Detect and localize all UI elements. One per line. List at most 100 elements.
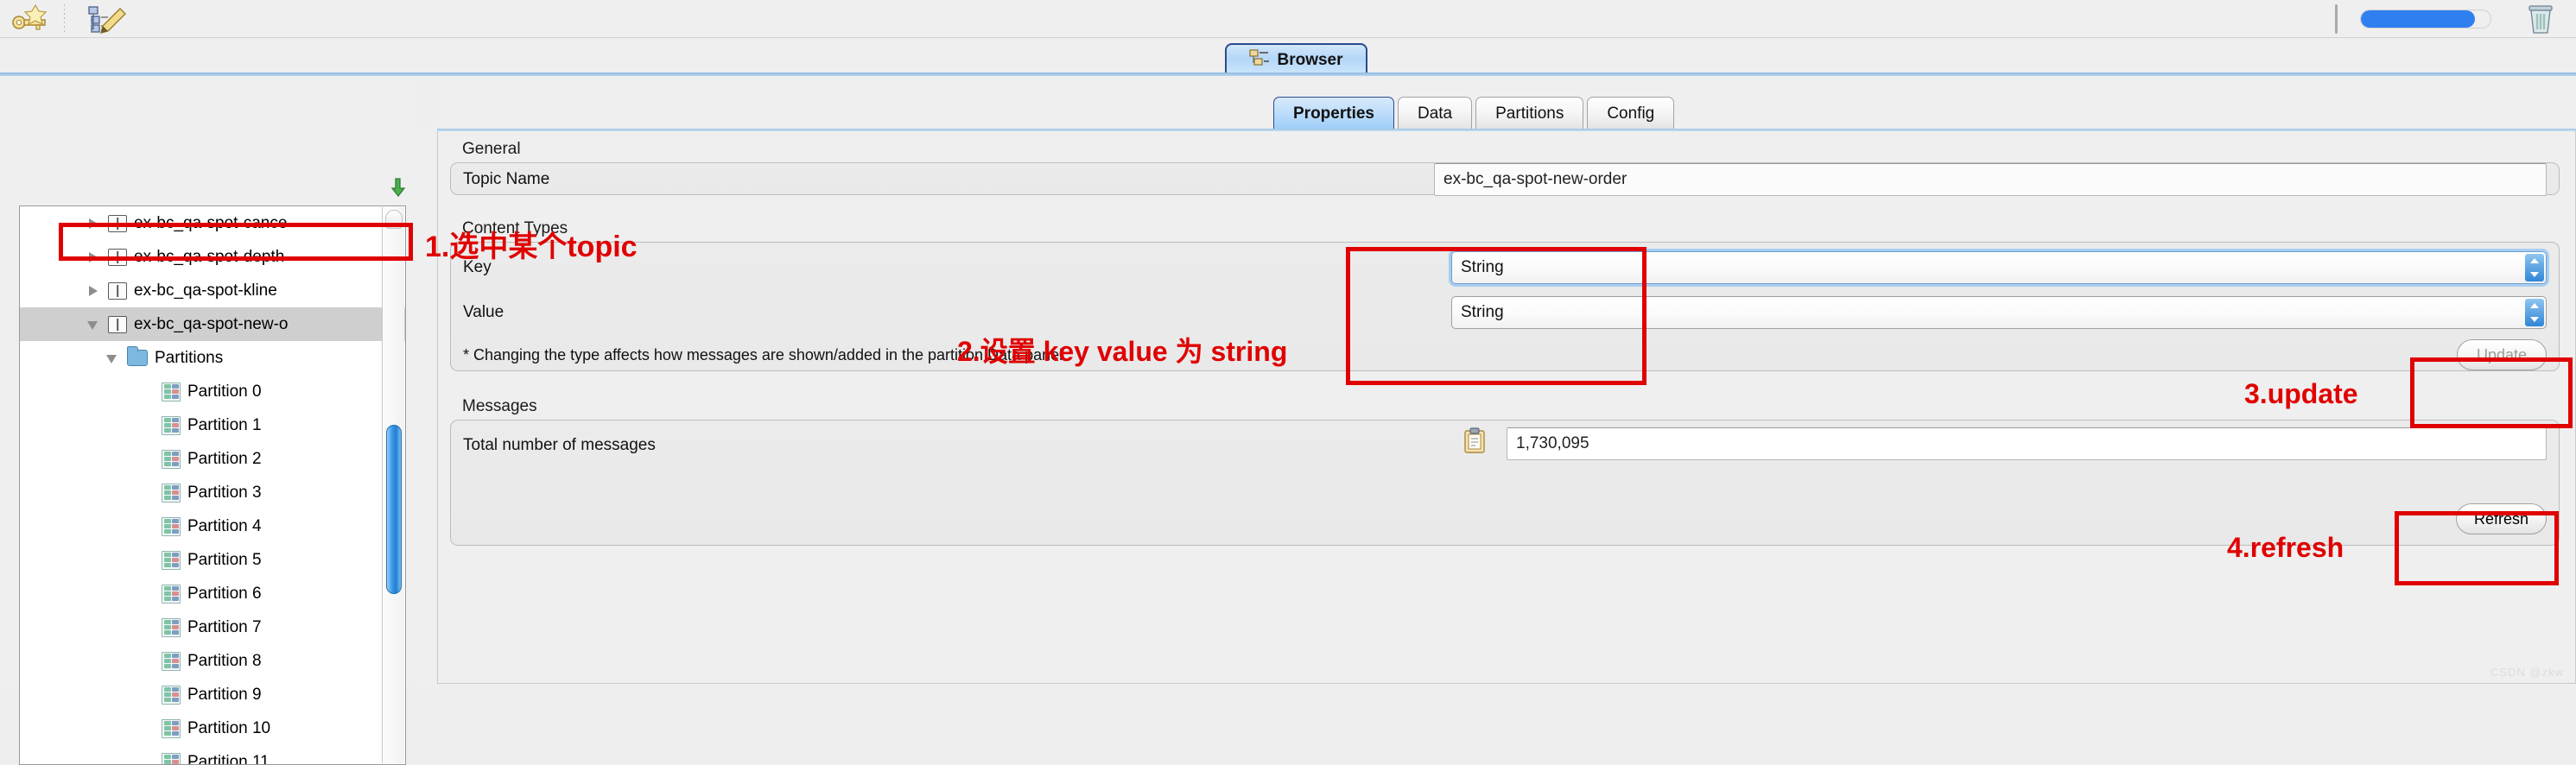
tree-item-partition-1[interactable]: Partition 1 [20,408,405,442]
partition-icon [162,753,181,765]
tree-item-ex-bc-qa-spot-new-o[interactable]: ex-bc_qa-spot-new-o [20,307,405,341]
topic-name-input[interactable]: ex-bc_qa-spot-new-order [1434,163,2547,196]
chevron-right-icon[interactable] [87,285,99,297]
tree-twisty-none [141,756,153,765]
top-toolbar [0,0,2576,38]
messages-group-body: Total number of messages 1,730,095 Refre… [450,420,2560,546]
tree-item-partitions[interactable]: Partitions [20,341,405,375]
key-wizard-icon[interactable] [7,2,54,36]
tree-twisty-none [141,386,153,398]
tab-config[interactable]: Config [1587,97,1674,130]
tree-item-label: Partition 7 [187,618,262,637]
key-select-arrows[interactable] [2525,254,2544,281]
tab-label: Properties [1293,104,1374,123]
tab-partitions[interactable]: Partitions [1475,97,1583,130]
tree-item-label: ex-bc_qa-spot-new-o [134,315,288,334]
topic-name-label: Topic Name [463,170,549,189]
chevron-down-icon[interactable] [106,352,118,364]
topic-book-icon [108,316,127,333]
browser-tab-label: Browser [1277,51,1342,70]
tree-twisty-none [141,487,153,499]
topic-book-icon [108,215,127,232]
tree-item-label: ex-bc_qa-spot-depth [134,248,284,267]
folder-icon [127,350,148,366]
tree-panel: ex-bc_qa-spot-cance ex-bc_qa-spot-depthex… [0,79,413,686]
key-content-type-value: String [1461,258,1504,277]
tree-item-ex-bc-qa-spot-cance[interactable]: ex-bc_qa-spot-cance [20,206,405,240]
tree-item-partition-10[interactable]: Partition 10 [20,711,405,745]
tree-item-partition-9[interactable]: Partition 9 [20,678,405,711]
scrollbar-thumb[interactable] [386,425,402,594]
tree-twisty-none [141,655,153,667]
toolbar-divider [2335,4,2338,34]
tree-item-partition-6[interactable]: Partition 6 [20,577,405,610]
tree-item-label: Partition 0 [187,382,262,401]
tree-twisty-none [141,420,153,432]
tree-twisty-none [141,588,153,600]
caret-up-icon [2530,258,2539,263]
tab-properties[interactable]: Properties [1273,97,1394,130]
tree-item-label: Partition 9 [187,686,262,705]
tree-item-label: ex-bc_qa-spot-cance [134,214,287,233]
panel-divider[interactable] [416,126,435,686]
tree-item-partition-4[interactable]: Partition 4 [20,509,405,543]
key-content-type-select[interactable]: String [1451,251,2547,284]
annotation-step-3: 3.update [2244,378,2358,410]
tree-twisty-none [141,453,153,465]
partition-icon [162,416,181,435]
tree-item-partition-8[interactable]: Partition 8 [20,644,405,678]
annotation-step-4: 4.refresh [2227,532,2344,564]
tab-label: Data [1418,104,1452,123]
topic-tree[interactable]: ex-bc_qa-spot-cance ex-bc_qa-spot-depthex… [19,205,406,765]
tree-item-partition-7[interactable]: Partition 7 [20,610,405,644]
value-content-type-select[interactable]: String [1451,296,2547,329]
partition-icon [162,551,181,570]
partition-icon [162,382,181,401]
topic-book-icon [108,282,127,300]
tree-item-label: Partition 11 [187,753,270,765]
topic-book-icon [108,249,127,266]
tree-item-partition-3[interactable]: Partition 3 [20,476,405,509]
tree-vertical-scrollbar[interactable] [382,207,404,763]
tree-twisty-none [141,723,153,735]
chevron-right-icon[interactable] [87,251,99,263]
general-group: General Topic Name ex-bc_qa-spot-new-ord… [450,142,2560,195]
content-types-group-body: Key String Value String * Chan [450,242,2560,371]
partition-icon [162,652,181,671]
tree-item-partition-0[interactable]: Partition 0 [20,375,405,408]
tree-twisty-none [141,689,153,701]
green-down-arrow-icon[interactable] [389,176,411,199]
tree-item-partition-5[interactable]: Partition 5 [20,543,405,577]
caret-down-icon [2530,272,2539,277]
partition-icon [162,517,181,536]
tab-data[interactable]: Data [1398,97,1472,130]
browser-tree-icon [1249,48,1270,73]
messages-group: Messages Total number of messages 1,730,… [450,399,2560,546]
browser-tab-underline [0,73,2576,76]
partition-icon [162,450,181,469]
browser-tab-bar: Browser [0,38,2576,76]
tree-item-ex-bc-qa-spot-depth[interactable]: ex-bc_qa-spot-depth [20,240,405,274]
watermark: CSDN @zkw [2490,666,2564,679]
tree-rows: ex-bc_qa-spot-cance ex-bc_qa-spot-depthex… [20,206,405,765]
tree-item-label: Partition 5 [187,551,262,570]
tab-browser[interactable]: Browser [1225,43,1367,76]
scrollbar-top-button[interactable] [385,210,403,229]
tree-item-label: ex-bc_qa-spot-kline [134,281,277,300]
chevron-right-icon[interactable] [87,218,99,230]
partition-icon [162,686,181,705]
trash-icon[interactable] [2526,3,2555,35]
tree-item-ex-bc-qa-spot-kline[interactable]: ex-bc_qa-spot-kline [20,274,405,307]
tree-item-partition-11[interactable]: Partition 11 [20,745,405,765]
clipboard-icon[interactable] [1463,427,1486,458]
messages-group-title: Messages [462,397,537,416]
tree-item-label: Partition 1 [187,416,262,435]
content-types-group: Content Types Key String Value String [450,221,2560,371]
annotation-step-2: 2.设置 key value 为 string [957,330,1287,370]
value-select-arrows[interactable] [2525,299,2544,326]
tree-item-partition-2[interactable]: Partition 2 [20,442,405,476]
edit-tree-icon[interactable] [82,2,129,36]
chevron-down-icon[interactable] [87,319,99,331]
update-button[interactable]: Update [2457,339,2547,370]
refresh-button[interactable]: Refresh [2456,503,2547,534]
